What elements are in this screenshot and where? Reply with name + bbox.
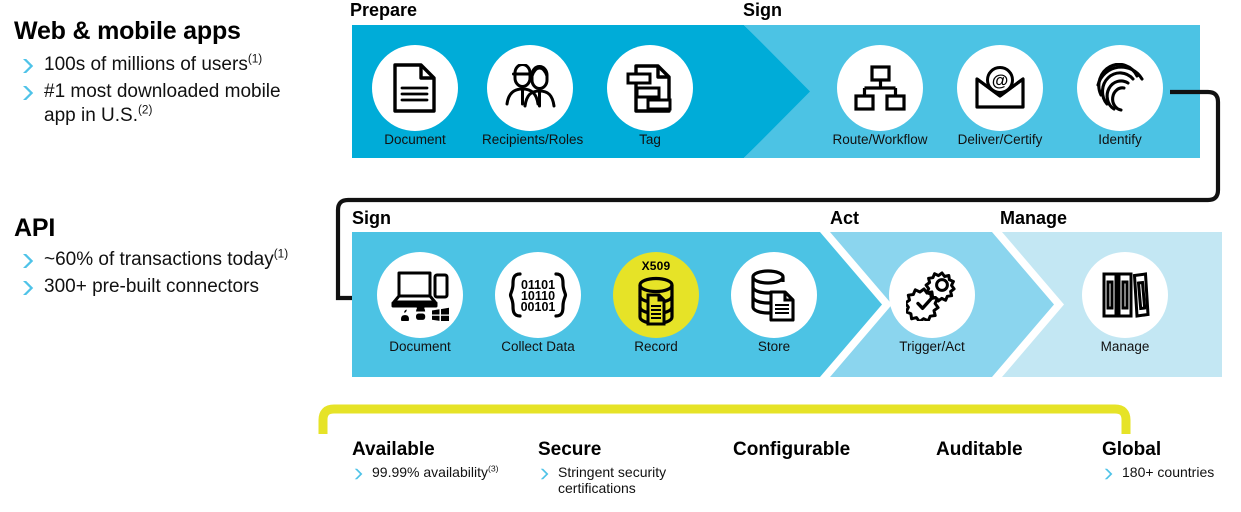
node-disc: [889, 252, 975, 338]
node-caption: Manage: [1100, 339, 1150, 354]
left-column: Web & mobile apps 100s of millions of us…: [0, 0, 330, 512]
chevron-right-icon: [21, 279, 35, 296]
node-store[interactable]: Store: [726, 252, 822, 354]
node-disc: 01101 10110 00101: [495, 252, 581, 338]
bullet-list: ~60% of transactions today(1) 300+ pre-b…: [14, 248, 314, 298]
feature-title: Auditable: [936, 439, 1023, 460]
list-item-text: Stringent security certifications: [558, 463, 667, 497]
chevron-right-icon: [353, 467, 364, 480]
node-disc: [1082, 252, 1168, 338]
svg-text:00101: 00101: [521, 300, 556, 314]
list-item: Stringent security certifications: [538, 464, 728, 497]
list-item: 100s of millions of users(1): [14, 53, 314, 76]
feature-global: Global 180+ countries: [1102, 439, 1241, 481]
chevron-right-icon: [21, 252, 35, 269]
list-item: 99.99% availability(3): [352, 464, 527, 481]
binders-icon: [1102, 272, 1150, 318]
list-item-text: 300+ pre-built connectors: [44, 276, 259, 298]
database-record-icon: [638, 276, 674, 325]
node-caption: Store: [757, 339, 791, 354]
node-record[interactable]: X509 Record: [608, 252, 704, 354]
node-manage[interactable]: Manage: [1070, 252, 1180, 354]
node-caption: Document: [389, 339, 451, 354]
feature-bullets: 99.99% availability(3): [352, 464, 527, 481]
list-item-text: ~60% of transactions today: [44, 249, 274, 271]
binary-data-icon: 01101 10110 00101: [508, 272, 568, 318]
feature-row: Available 99.99% availability(3) Secure …: [0, 439, 1241, 512]
section-heading: Web & mobile apps: [14, 17, 241, 45]
stage-label-sign-row2: Sign: [352, 208, 391, 228]
bullet-list: 100s of millions of users(1) #1 most dow…: [14, 53, 314, 127]
footnote-marker: (2): [138, 103, 153, 117]
feature-title: Configurable: [733, 439, 851, 460]
node-disc: [731, 252, 817, 338]
stage-label-act: Act: [830, 208, 860, 228]
chevron-right-icon: [1103, 467, 1114, 480]
process-flow-diagram: Prepare Sign Document Recipients/Roles T…: [330, 0, 1241, 400]
list-item-text: 99.99% availability: [372, 463, 488, 480]
laptop-mobile-icon: [391, 271, 449, 321]
section-api: API ~60% of transactions today(1) 300+ p…: [14, 215, 314, 303]
chevron-right-icon: [21, 57, 35, 74]
node-trigger-act[interactable]: Trigger/Act: [877, 252, 987, 354]
chevron-right-icon: [539, 467, 550, 480]
section-web-mobile-apps: Web & mobile apps 100s of millions of us…: [14, 18, 314, 131]
footnote-marker: (1): [273, 247, 289, 261]
node-collect-data[interactable]: 01101 10110 00101 Collect Data: [490, 252, 586, 354]
node-caption: Collect Data: [501, 339, 575, 354]
chevron-right-icon: [21, 84, 35, 101]
gears-check-icon: [906, 271, 956, 321]
list-item-text: 180+ countries: [1122, 463, 1215, 480]
feature-bullets: 180+ countries: [1102, 464, 1241, 481]
database-store-icon: [751, 269, 795, 322]
stage-label-sign-row1: Sign: [743, 0, 782, 20]
footnote-marker: (3): [487, 463, 499, 474]
feature-title: Secure: [538, 439, 602, 460]
stage-label-prepare: Prepare: [350, 0, 418, 20]
list-item-text: #1 most downloaded mobile app in U.S.: [44, 81, 281, 126]
list-item: ~60% of transactions today(1): [14, 248, 314, 271]
yellow-bracket: [318, 404, 1131, 434]
feature-configurable: Configurable: [733, 439, 913, 461]
feature-auditable: Auditable: [936, 439, 1086, 461]
list-item: #1 most downloaded mobile app in U.S.(2): [14, 80, 314, 126]
footnote-marker: (1): [247, 52, 263, 66]
list-item-text: 100s of millions of users: [44, 54, 248, 76]
node-caption: Trigger/Act: [899, 339, 965, 354]
node-caption: Record: [634, 339, 678, 354]
list-item: 300+ pre-built connectors: [14, 275, 314, 298]
stage-label-manage: Manage: [1000, 208, 1068, 228]
node-document-row2[interactable]: Document: [372, 252, 468, 354]
x509-badge: X509: [641, 259, 671, 273]
node-disc: [377, 252, 463, 338]
list-item: 180+ countries: [1102, 464, 1241, 481]
feature-title: Global: [1102, 439, 1162, 460]
feature-bullets: Stringent security certifications: [538, 464, 728, 497]
section-heading: API: [14, 214, 56, 242]
node-disc-highlighted: X509: [613, 252, 699, 338]
feature-secure: Secure Stringent security certifications: [538, 439, 728, 497]
feature-title: Available: [352, 439, 435, 460]
feature-available: Available 99.99% availability(3): [352, 439, 527, 481]
